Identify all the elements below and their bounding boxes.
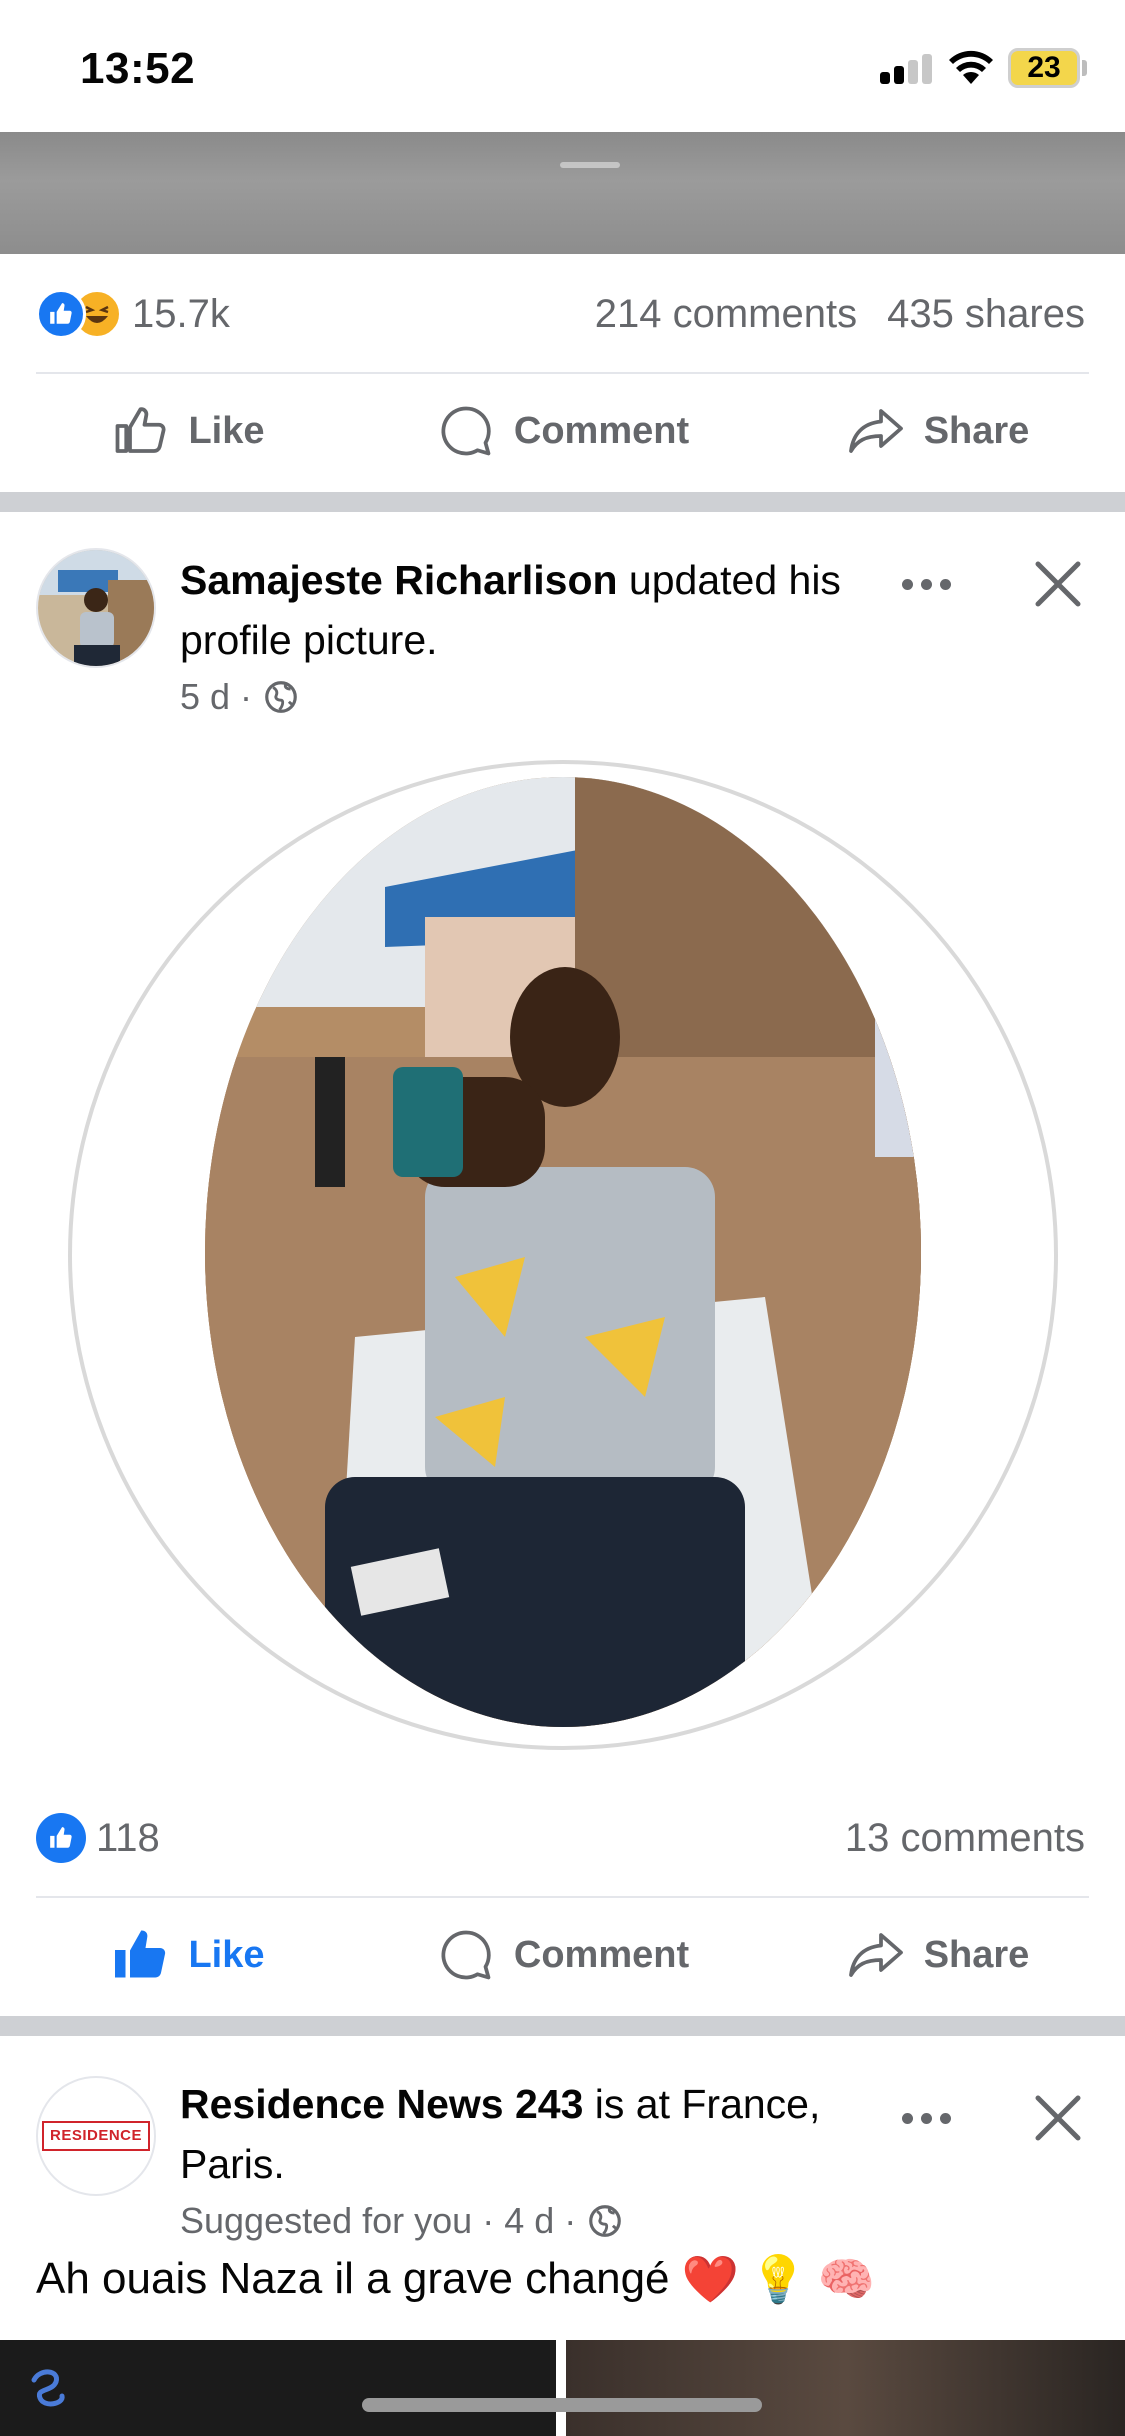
feed-separator: [0, 2016, 1125, 2036]
like-button[interactable]: Like: [0, 1925, 375, 1985]
globe-icon: [589, 2205, 622, 2237]
author-name[interactable]: Samajeste Richarlison: [180, 557, 618, 603]
close-icon[interactable]: [1028, 554, 1088, 614]
page-avatar[interactable]: RESIDENCE: [36, 2076, 156, 2196]
home-indicator[interactable]: [362, 2398, 762, 2412]
post-text: Ah ouais Naza il a grave changé ❤️ 💡 🧠: [36, 2252, 876, 2306]
like-reaction-icon: [36, 289, 86, 339]
heart-emoji: ❤️: [681, 2252, 740, 2305]
thumbs-up-icon: [116, 407, 166, 453]
thumbs-up-filled-icon: [115, 1930, 166, 1978]
post-image-left[interactable]: [0, 2340, 556, 2436]
post-stats: 118 13 comments: [0, 1778, 1125, 1898]
like-button[interactable]: Like: [0, 401, 375, 461]
post-caption: Ah ouais Naza il a grave changé: [36, 2254, 670, 2303]
post-header-text: Samajeste Richarlison updated his profil…: [180, 550, 880, 670]
reaction-count: 118: [96, 1815, 160, 1860]
post-meta: Suggested for you · 4 d ·: [180, 2200, 624, 2242]
cellular-signal-icon: [880, 52, 932, 84]
feed-separator: [0, 492, 1125, 512]
post-meta-text[interactable]: Suggested for you · 4 d: [180, 2200, 554, 2242]
comment-count[interactable]: 214 comments: [595, 292, 857, 337]
app-logo-icon: [31, 2369, 65, 2407]
share-button[interactable]: Share: [750, 401, 1125, 461]
lightbulb-emoji: 💡: [749, 2252, 808, 2305]
more-options-icon[interactable]: [890, 2098, 962, 2138]
previous-post-stats: 15.7k 214 comments 435 shares: [0, 254, 1125, 374]
battery-cap: [1082, 60, 1087, 76]
comment-button[interactable]: Comment: [375, 401, 750, 461]
avatar[interactable]: [36, 548, 156, 668]
author-name[interactable]: Residence News 243: [180, 2081, 583, 2127]
post-images[interactable]: [0, 2340, 1125, 2436]
post-time[interactable]: 5 d: [180, 676, 230, 718]
comment-button[interactable]: Comment: [375, 1925, 750, 1985]
like-reaction-icon: [36, 1813, 86, 1863]
post-header-text: Residence News 243 is at France, Paris.: [180, 2074, 880, 2194]
comment-icon: [441, 1930, 491, 1980]
status-bar: 13:52 23: [0, 0, 1125, 132]
reaction-count: 15.7k: [132, 291, 230, 336]
comment-count[interactable]: 13 comments: [845, 1816, 1085, 1861]
share-button[interactable]: Share: [750, 1925, 1125, 1985]
battery-icon: 23: [1008, 48, 1080, 88]
reaction-summary[interactable]: 118: [36, 1778, 160, 1898]
meta-dot: ·: [240, 676, 253, 717]
post-image-right[interactable]: [566, 2340, 1125, 2436]
previous-post-actions: Like Comment Share: [0, 374, 1125, 488]
more-options-icon[interactable]: [890, 564, 962, 604]
post-meta: 5 d ·: [180, 676, 300, 718]
post-actions: Like Comment Share: [0, 1898, 1125, 2012]
status-time: 13:52: [80, 44, 196, 93]
profile-picture-photo[interactable]: [205, 777, 921, 1727]
share-icon: [848, 1933, 903, 1977]
share-icon: [848, 409, 903, 453]
meta-dot: ·: [564, 2200, 577, 2241]
brain-emoji: 🧠: [817, 2252, 876, 2305]
residence-logo: RESIDENCE: [41, 2121, 151, 2151]
share-count[interactable]: 435 shares: [887, 292, 1085, 337]
comment-icon: [441, 406, 491, 456]
reaction-summary[interactable]: 15.7k: [36, 254, 230, 374]
wifi-icon: [949, 50, 993, 84]
previous-post-image[interactable]: [0, 132, 1125, 254]
globe-icon: [265, 681, 297, 713]
close-icon[interactable]: [1028, 2088, 1088, 2148]
